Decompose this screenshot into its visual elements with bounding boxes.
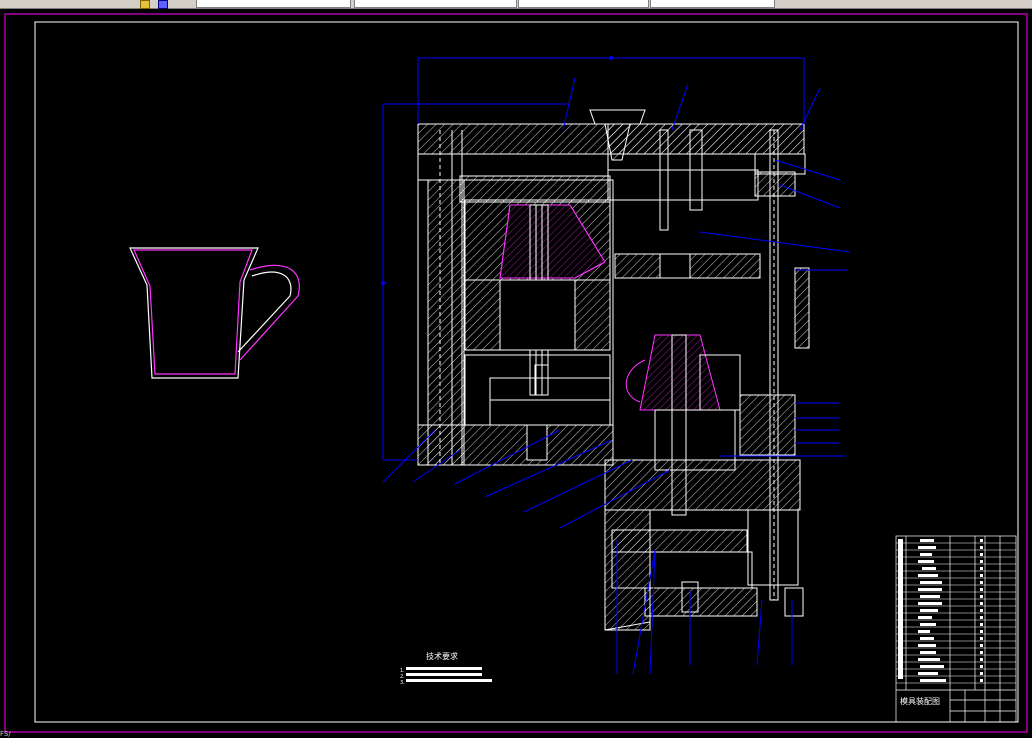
- tech-requirements-title: 技术要求: [426, 651, 458, 661]
- layer-dropdown[interactable]: [196, 0, 351, 8]
- parts-list-rows: [896, 542, 1016, 684]
- layer-icon[interactable]: [140, 0, 150, 9]
- parts-list-text-blocks: [898, 539, 983, 682]
- drawing-canvas[interactable]: 技术要求 1. 2. 3. 模具装配图: [0, 9, 1032, 737]
- color-dropdown[interactable]: [354, 0, 517, 8]
- tech-req-3: 3.: [400, 680, 405, 686]
- lineweight-dropdown[interactable]: [650, 0, 775, 8]
- title-block-title: 模具装配图: [900, 696, 940, 706]
- product-cup: [129, 247, 300, 379]
- toolbar: [0, 0, 1032, 9]
- mold-assembly: [417, 109, 810, 631]
- tech-requirements: 技术要求 1. 2. 3.: [400, 651, 492, 686]
- color-icon[interactable]: [158, 0, 168, 9]
- outer-frame: [4, 13, 1028, 733]
- linetype-dropdown[interactable]: [518, 0, 649, 8]
